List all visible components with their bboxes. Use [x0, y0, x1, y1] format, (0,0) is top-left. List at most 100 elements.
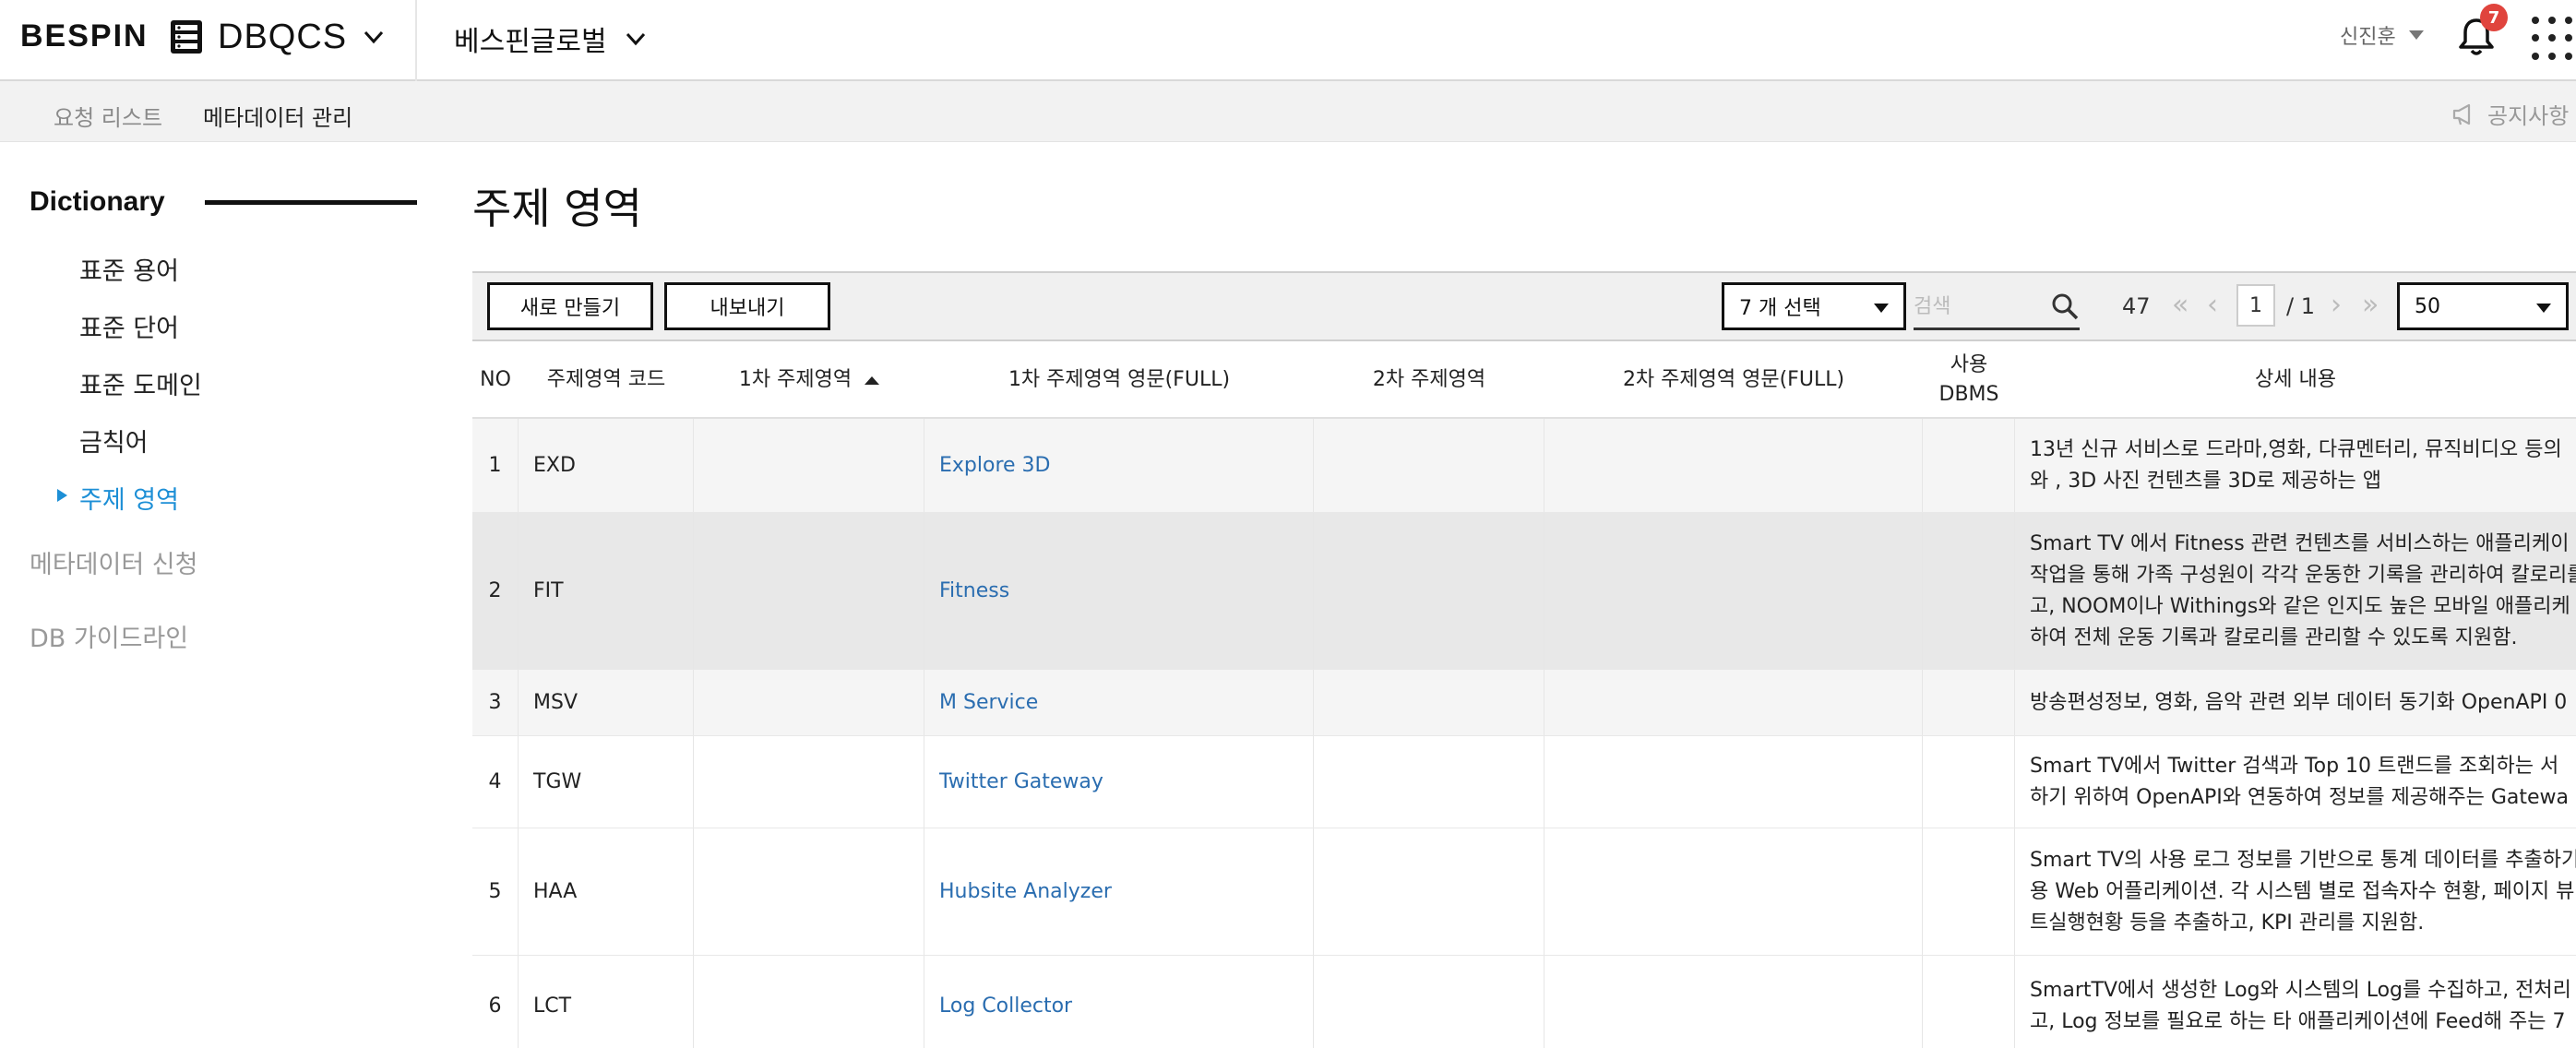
cell-no: 4 [472, 736, 519, 828]
sidebar-item-subject-area[interactable]: 주제 영역 [79, 480, 179, 516]
user-menu[interactable]: 신진훈 [2340, 20, 2424, 50]
sidebar-section-title[interactable]: Dictionary [30, 186, 165, 218]
cell-no: 3 [472, 670, 519, 735]
sidebar-item-standard-term[interactable]: 표준 용어 [79, 251, 179, 287]
table-row[interactable]: 3 MSV M Service 방송편성정보, 영화, 음악 관련 외부 데이터 동기… [472, 670, 2576, 736]
column-select-value: 7 개 선택 [1739, 297, 1821, 320]
column-header-primary-en[interactable]: 1차 주제영역 영문(FULL) [924, 341, 1314, 419]
total-pages: / 1 [2286, 293, 2315, 319]
cell-secondary [1314, 736, 1544, 828]
cell-code: MSV [519, 670, 694, 735]
caret-down-icon [2536, 304, 2551, 313]
cell-primary [694, 828, 924, 955]
app-switcher[interactable]: DBQCS [168, 13, 386, 61]
cell-primary-en[interactable]: M Service [924, 670, 1314, 735]
cell-primary-en[interactable]: Explore 3D [924, 419, 1314, 512]
sidebar: Dictionary 표준 용어 표준 단어 표준 도메인 금칙어 주제 영역 … [0, 142, 434, 1048]
table-row[interactable]: 4 TGW Twitter Gateway Smart TV에서 Twitter 검색… [472, 736, 2576, 828]
column-header-secondary[interactable]: 2차 주제영역 [1314, 341, 1544, 419]
column-header-no[interactable]: NO [472, 341, 519, 419]
cell-no: 2 [472, 513, 519, 669]
cell-no: 1 [472, 419, 519, 512]
cell-primary-en[interactable]: Fitness [924, 513, 1314, 669]
cell-detail: 방송편성정보, 영화, 음악 관련 외부 데이터 동기화 OpenAPI 0 [2030, 690, 2568, 714]
active-arrow-icon [57, 489, 67, 502]
bespin-logo[interactable]: BESPIN [20, 18, 149, 54]
export-button[interactable]: 내보내기 [664, 282, 830, 330]
table-toolbar: 새로 만들기 내보내기 7 개 선택 47 « ‹ / 1 › » 50 [472, 271, 2576, 341]
cell-dbms [1923, 956, 2015, 1048]
sidebar-item-forbidden-word[interactable]: 금칙어 [79, 423, 149, 458]
caret-down-icon [2408, 30, 2424, 40]
subnav-request-list[interactable]: 요청 리스트 [54, 100, 162, 132]
search-input[interactable] [1914, 288, 2043, 325]
megaphone-icon [2452, 103, 2471, 125]
page-number-input[interactable] [2236, 284, 2275, 327]
cell-secondary [1314, 513, 1544, 669]
cell-dbms [1923, 513, 2015, 669]
first-page-icon[interactable]: « [2172, 292, 2188, 319]
sidebar-item-standard-domain[interactable]: 표준 도메인 [79, 365, 202, 401]
sidebar-item-standard-word[interactable]: 표준 단어 [79, 308, 179, 344]
cell-code: LCT [519, 956, 694, 1048]
new-button[interactable]: 새로 만들기 [487, 282, 653, 330]
app-name: DBQCS [218, 17, 348, 56]
column-header-primary[interactable]: 1차 주제영역 [694, 341, 924, 419]
table-row[interactable]: 2 FIT Fitness Smart TV 에서 Fitness 관련 컨텐츠를 서… [472, 513, 2576, 670]
cell-primary [694, 670, 924, 735]
cell-detail: Smart TV에서 Twitter 검색과 Top 10 트랜드를 조회하는 … [2030, 754, 2570, 809]
column-header-secondary-en[interactable]: 2차 주제영역 영문(FULL) [1544, 341, 1923, 419]
cell-code: FIT [519, 513, 694, 669]
cell-dbms [1923, 670, 2015, 735]
cell-secondary-en [1544, 828, 1923, 955]
cell-detail: Smart TV 에서 Fitness 관련 컨텐츠를 서비스하는 애플리케이 … [2030, 531, 2576, 649]
apps-grid-icon[interactable] [2532, 17, 2576, 61]
sub-navigation: 요청 리스트 메타데이터 관리 공지사항 [0, 81, 2576, 142]
sidebar-item-metadata-request[interactable]: 메타데이터 신청 [30, 544, 197, 580]
cell-secondary-en [1544, 513, 1923, 669]
cell-primary [694, 736, 924, 828]
cell-dbms [1923, 736, 2015, 828]
cell-primary [694, 956, 924, 1048]
server-icon [171, 20, 202, 54]
cell-dbms [1923, 828, 2015, 955]
cell-secondary-en [1544, 956, 1923, 1048]
cell-secondary [1314, 419, 1544, 512]
top-bar: BESPIN DBQCS 베스핀글로벌 신진훈 7 [0, 0, 2576, 81]
previous-page-icon[interactable]: ‹ [2207, 292, 2218, 319]
total-count: 47 [2122, 293, 2151, 319]
page-title: 주제 영역 [472, 184, 642, 233]
cell-primary-en[interactable]: Twitter Gateway [924, 736, 1314, 828]
column-select[interactable]: 7 개 선택 [1722, 282, 1906, 330]
cell-code: TGW [519, 736, 694, 828]
last-page-icon[interactable]: » [2362, 292, 2379, 319]
subject-area-table: NO 주제영역 코드 1차 주제영역 1차 주제영역 영문(FULL) 2차 주… [472, 341, 2576, 1048]
sidebar-item-db-guideline[interactable]: DB 가이드라인 [30, 618, 188, 654]
cell-primary [694, 419, 924, 512]
next-page-icon[interactable]: › [2331, 292, 2342, 319]
page-size-select[interactable]: 50 [2397, 282, 2569, 330]
column-header-primary-label: 1차 주제영역 [738, 368, 853, 391]
cell-no: 5 [472, 828, 519, 955]
cell-primary-en[interactable]: Log Collector [924, 956, 1314, 1048]
user-name: 신진훈 [2340, 26, 2396, 49]
table-row[interactable]: 5 HAA Hubsite Analyzer Smart TV의 사용 로그 정보를 … [472, 828, 2576, 956]
cell-detail: 13년 신규 서비스로 드라마,영화, 다큐멘터리, 뮤직비디오 등의 와 , … [2030, 437, 2562, 493]
column-header-dbms[interactable]: 사용 DBMS [1923, 341, 2015, 419]
chevron-down-icon [364, 30, 384, 44]
cell-no: 6 [472, 956, 519, 1048]
table-row[interactable]: 1 EXD Explore 3D 13년 신규 서비스로 드라마,영화, 다큐멘터리,… [472, 419, 2576, 513]
notice-label: 공지사항 [2487, 103, 2570, 129]
notice-link[interactable]: 공지사항 [2451, 98, 2569, 130]
cell-detail: SmartTV에서 생성한 Log와 시스템의 Log를 수집하고, 전처리 고… [2030, 978, 2571, 1033]
search-icon[interactable] [2050, 292, 2080, 321]
page-size-value: 50 [2415, 294, 2440, 318]
subnav-metadata-management[interactable]: 메타데이터 관리 [203, 100, 352, 132]
top-divider [415, 0, 417, 81]
table-row[interactable]: 6 LCT Log Collector SmartTV에서 생성한 Log와 시스템의… [472, 956, 2576, 1048]
column-header-detail[interactable]: 상세 내용 [2015, 341, 2576, 419]
column-header-code[interactable]: 주제영역 코드 [519, 341, 694, 419]
organization-switcher[interactable]: 베스핀글로벌 [454, 17, 648, 61]
cell-secondary-en [1544, 736, 1923, 828]
cell-primary-en[interactable]: Hubsite Analyzer [924, 828, 1314, 955]
